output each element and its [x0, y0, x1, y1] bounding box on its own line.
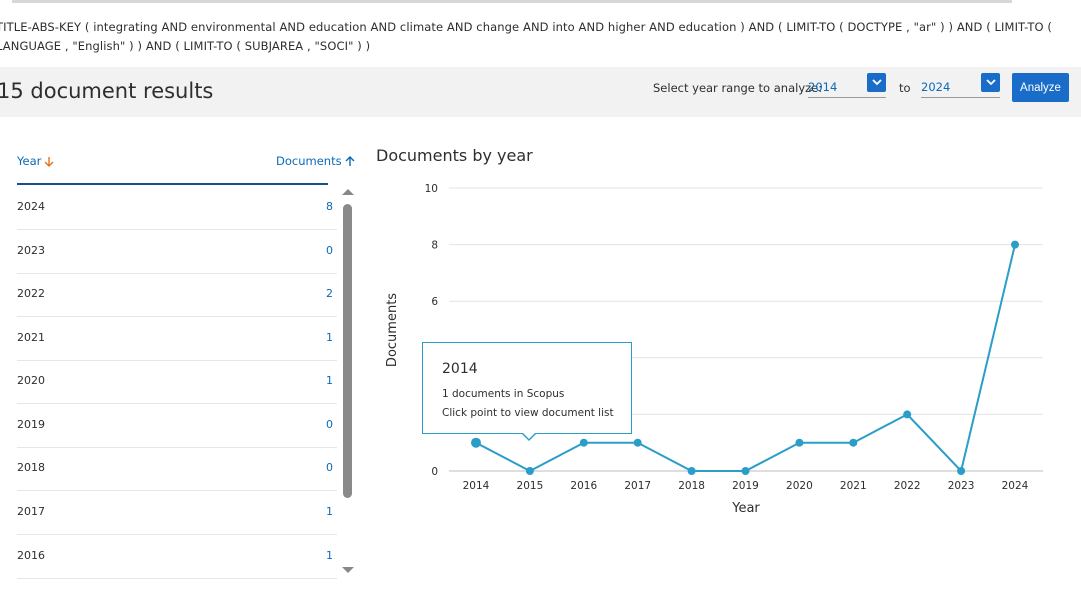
data-point[interactable] — [1011, 240, 1019, 249]
data-point[interactable] — [795, 438, 804, 447]
year-range-label: Select year range to analyze: — [653, 81, 823, 95]
scroll-up-arrow-icon[interactable] — [342, 189, 354, 195]
data-point[interactable] — [525, 467, 534, 475]
row-year: 2017 — [17, 505, 45, 518]
row-year: 2023 — [17, 244, 45, 257]
y-tick-label: 0 — [431, 466, 438, 478]
data-point[interactable] — [471, 437, 481, 448]
row-year: 2019 — [17, 418, 45, 431]
y-axis-label: Documents — [385, 293, 400, 367]
row-year: 2018 — [17, 461, 45, 474]
year-to-select[interactable]: 2024 — [921, 73, 1000, 98]
table-row: 2017 1 — [17, 491, 337, 535]
row-year: 2022 — [17, 287, 45, 300]
y-tick-label: 10 — [425, 183, 438, 195]
row-count-link[interactable]: 2 — [326, 287, 333, 300]
chart-tooltip: 2014 1 documents in Scopus Click point t… — [422, 342, 632, 441]
scrollbar-thumb[interactable] — [343, 204, 352, 498]
row-count-link[interactable]: 1 — [326, 374, 333, 387]
tooltip-doc-count: 1 documents in Scopus — [442, 388, 565, 400]
year-header-label: Year — [17, 154, 42, 168]
sort-desc-icon — [44, 156, 54, 167]
year-to-value: 2024 — [921, 80, 951, 94]
data-point[interactable] — [903, 410, 912, 419]
x-axis-label: Year — [731, 501, 760, 516]
table-row: 2018 0 — [17, 447, 337, 491]
row-year: 2021 — [17, 331, 45, 344]
x-tick-label: 2021 — [840, 480, 867, 492]
x-tick-label: 2014 — [463, 480, 490, 492]
table-header-divider — [17, 183, 328, 185]
year-range-to-label: to — [899, 81, 911, 95]
year-from-select[interactable]: 2014 — [808, 73, 886, 98]
row-count-link[interactable]: 0 — [326, 244, 333, 257]
documents-column-header[interactable]: Documents — [276, 154, 355, 168]
tooltip-year: 2014 — [442, 361, 478, 377]
table-row: 2019 0 — [17, 404, 337, 448]
row-year: 2024 — [17, 200, 45, 213]
year-from-value: 2014 — [808, 80, 838, 94]
row-count-link[interactable]: 8 — [326, 200, 333, 213]
data-point[interactable] — [633, 438, 642, 447]
data-point[interactable] — [687, 467, 696, 475]
y-tick-label: 6 — [431, 296, 438, 308]
year-column-header[interactable]: Year — [17, 154, 54, 168]
x-tick-label: 2015 — [517, 480, 544, 492]
chart-title: Documents by year — [376, 146, 533, 165]
table-row: 2024 8 — [17, 186, 337, 230]
top-divider — [12, 0, 1012, 3]
data-point[interactable] — [579, 438, 588, 447]
row-count-link[interactable]: 0 — [326, 418, 333, 431]
x-tick-label: 2022 — [894, 480, 921, 492]
x-tick-label: 2017 — [624, 480, 651, 492]
tooltip-caret-inner — [522, 432, 536, 439]
x-tick-label: 2018 — [678, 480, 705, 492]
search-query-text: TITLE-ABS-KEY ( integrating AND environm… — [0, 20, 1052, 53]
row-count-link[interactable]: 1 — [326, 331, 333, 344]
documents-header-label: Documents — [276, 154, 342, 168]
table-row: 2021 1 — [17, 317, 337, 361]
table-row: 2020 1 — [17, 360, 337, 404]
x-tick-label: 2023 — [948, 480, 975, 492]
chevron-down-icon[interactable] — [981, 73, 1000, 92]
tooltip-hint: Click point to view document list — [442, 407, 614, 419]
x-tick-label: 2024 — [1002, 480, 1029, 492]
analyze-button[interactable]: Analyze — [1012, 73, 1069, 102]
chevron-down-icon[interactable] — [867, 73, 886, 92]
data-point[interactable] — [957, 467, 966, 475]
row-year: 2020 — [17, 374, 45, 387]
y-tick-label: 8 — [431, 240, 438, 252]
scroll-down-arrow-icon[interactable] — [342, 567, 354, 573]
table-row: 2016 1 — [17, 535, 337, 579]
row-year: 2016 — [17, 549, 45, 562]
x-tick-label: 2019 — [732, 480, 759, 492]
sort-asc-icon — [345, 155, 355, 166]
data-point[interactable] — [849, 438, 858, 447]
row-count-link[interactable]: 1 — [326, 549, 333, 562]
x-tick-label: 2016 — [570, 480, 597, 492]
table-row: 2022 2 — [17, 273, 337, 317]
row-count-link[interactable]: 1 — [326, 505, 333, 518]
table-row: 2023 0 — [17, 230, 337, 274]
row-count-link[interactable]: 0 — [326, 461, 333, 474]
data-point[interactable] — [741, 467, 750, 475]
results-count-title: 15 document results — [0, 79, 214, 103]
x-tick-label: 2020 — [786, 480, 813, 492]
